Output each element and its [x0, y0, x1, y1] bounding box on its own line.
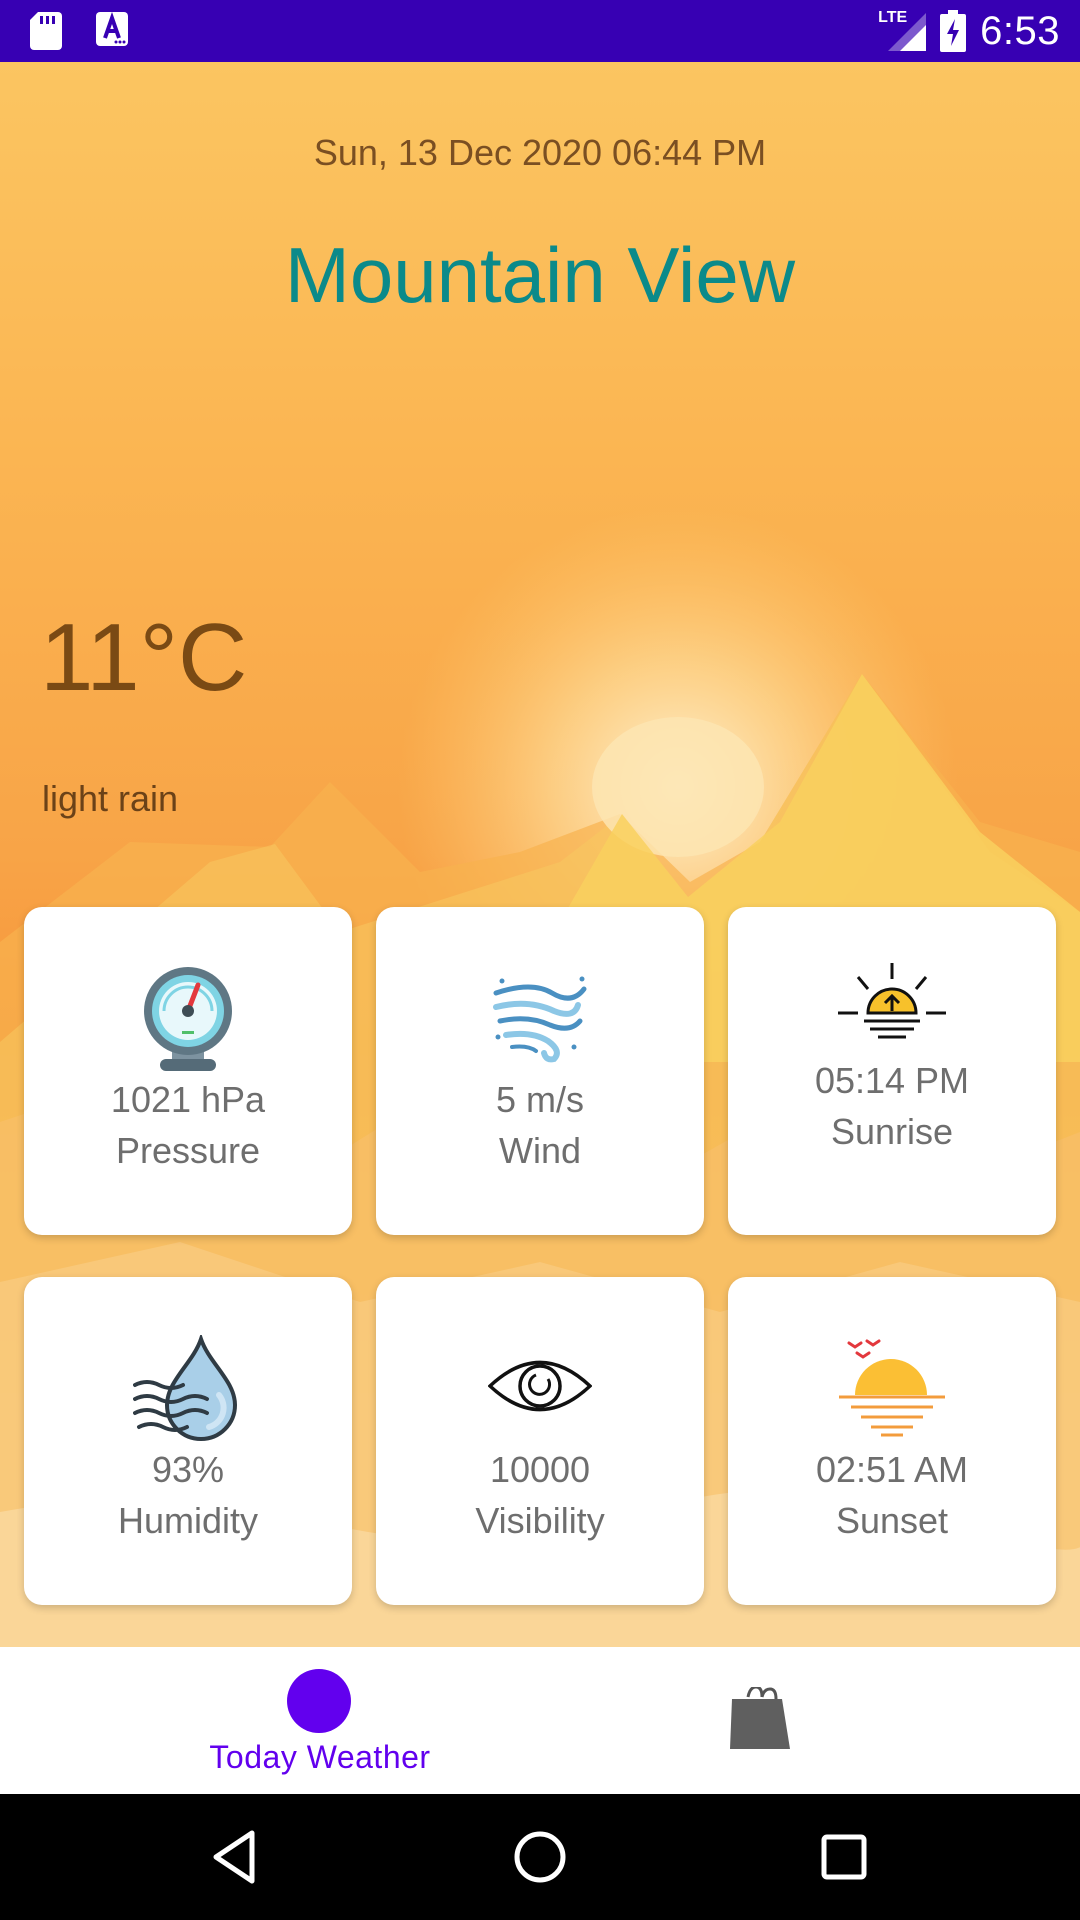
battery-charging-icon — [940, 10, 967, 52]
sunrise-value: 05:14 PM — [814, 1060, 970, 1101]
sunset-card[interactable]: 02:51 AM Sunset — [728, 1277, 1056, 1605]
wind-card[interactable]: 5 m/s Wind — [376, 907, 704, 1235]
nav-item-today-weather[interactable]: Today Weather — [0, 1647, 540, 1794]
bottom-navigation: Today Weather — [0, 1647, 1080, 1794]
wind-label: Wind — [498, 1130, 582, 1171]
sunrise-icon — [728, 959, 1056, 1047]
status-time: 6:53 — [980, 8, 1060, 53]
visibility-label: Visibility — [475, 1500, 605, 1541]
humidity-value: 93% — [151, 1449, 225, 1490]
humidity-icon — [24, 1335, 352, 1443]
visibility-card[interactable]: 10000 Visibility — [376, 1277, 704, 1605]
sd-card-icon — [30, 12, 62, 50]
barometer-icon — [24, 965, 352, 1073]
sunset-label: Sunset — [835, 1500, 949, 1541]
recents-icon[interactable] — [814, 1827, 874, 1887]
home-icon[interactable] — [510, 1827, 570, 1887]
nav-item-shop[interactable] — [540, 1647, 1080, 1794]
system-navigation-bar — [0, 1794, 1080, 1920]
pressure-label: Pressure — [115, 1130, 261, 1171]
visibility-value: 10000 — [489, 1449, 591, 1490]
pressure-card[interactable]: 1021 hPa Pressure — [24, 907, 352, 1235]
eye-icon — [376, 1357, 704, 1415]
sunrise-card[interactable]: 05:14 PM Sunrise — [728, 907, 1056, 1235]
weather-description: light rain — [42, 778, 179, 819]
back-icon[interactable] — [206, 1827, 266, 1887]
circle-dot-icon — [287, 1669, 351, 1733]
status-bar: LTE 6:53 — [0, 0, 1080, 62]
temperature: 11°C — [40, 604, 248, 711]
font-notification-icon — [96, 12, 128, 46]
humidity-label: Humidity — [117, 1500, 259, 1541]
shopping-bag-icon — [730, 1687, 790, 1749]
pressure-value: 1021 hPa — [110, 1079, 266, 1120]
status-right-icons: LTE 6:53 — [878, 0, 1060, 62]
sunset-icon — [728, 1335, 1056, 1443]
humidity-card[interactable]: 93% Humidity — [24, 1277, 352, 1605]
screen: LTE 6:53 Sun, 13 Dec 2020 06:44 PM Mount… — [0, 0, 1080, 1920]
status-left-icons — [30, 12, 130, 50]
lte-signal-icon: LTE — [878, 9, 927, 51]
wind-value: 5 m/s — [495, 1079, 584, 1120]
sunset-value: 02:51 AM — [815, 1449, 969, 1490]
network-type-label: LTE — [878, 9, 908, 26]
city-name: Mountain View — [284, 231, 796, 319]
weather-area: Sun, 13 Dec 2020 06:44 PM Mountain View … — [0, 62, 1080, 1647]
sunrise-label: Sunrise — [830, 1111, 954, 1152]
date-time: Sun, 13 Dec 2020 06:44 PM — [313, 132, 767, 173]
wind-icon — [376, 975, 704, 1063]
